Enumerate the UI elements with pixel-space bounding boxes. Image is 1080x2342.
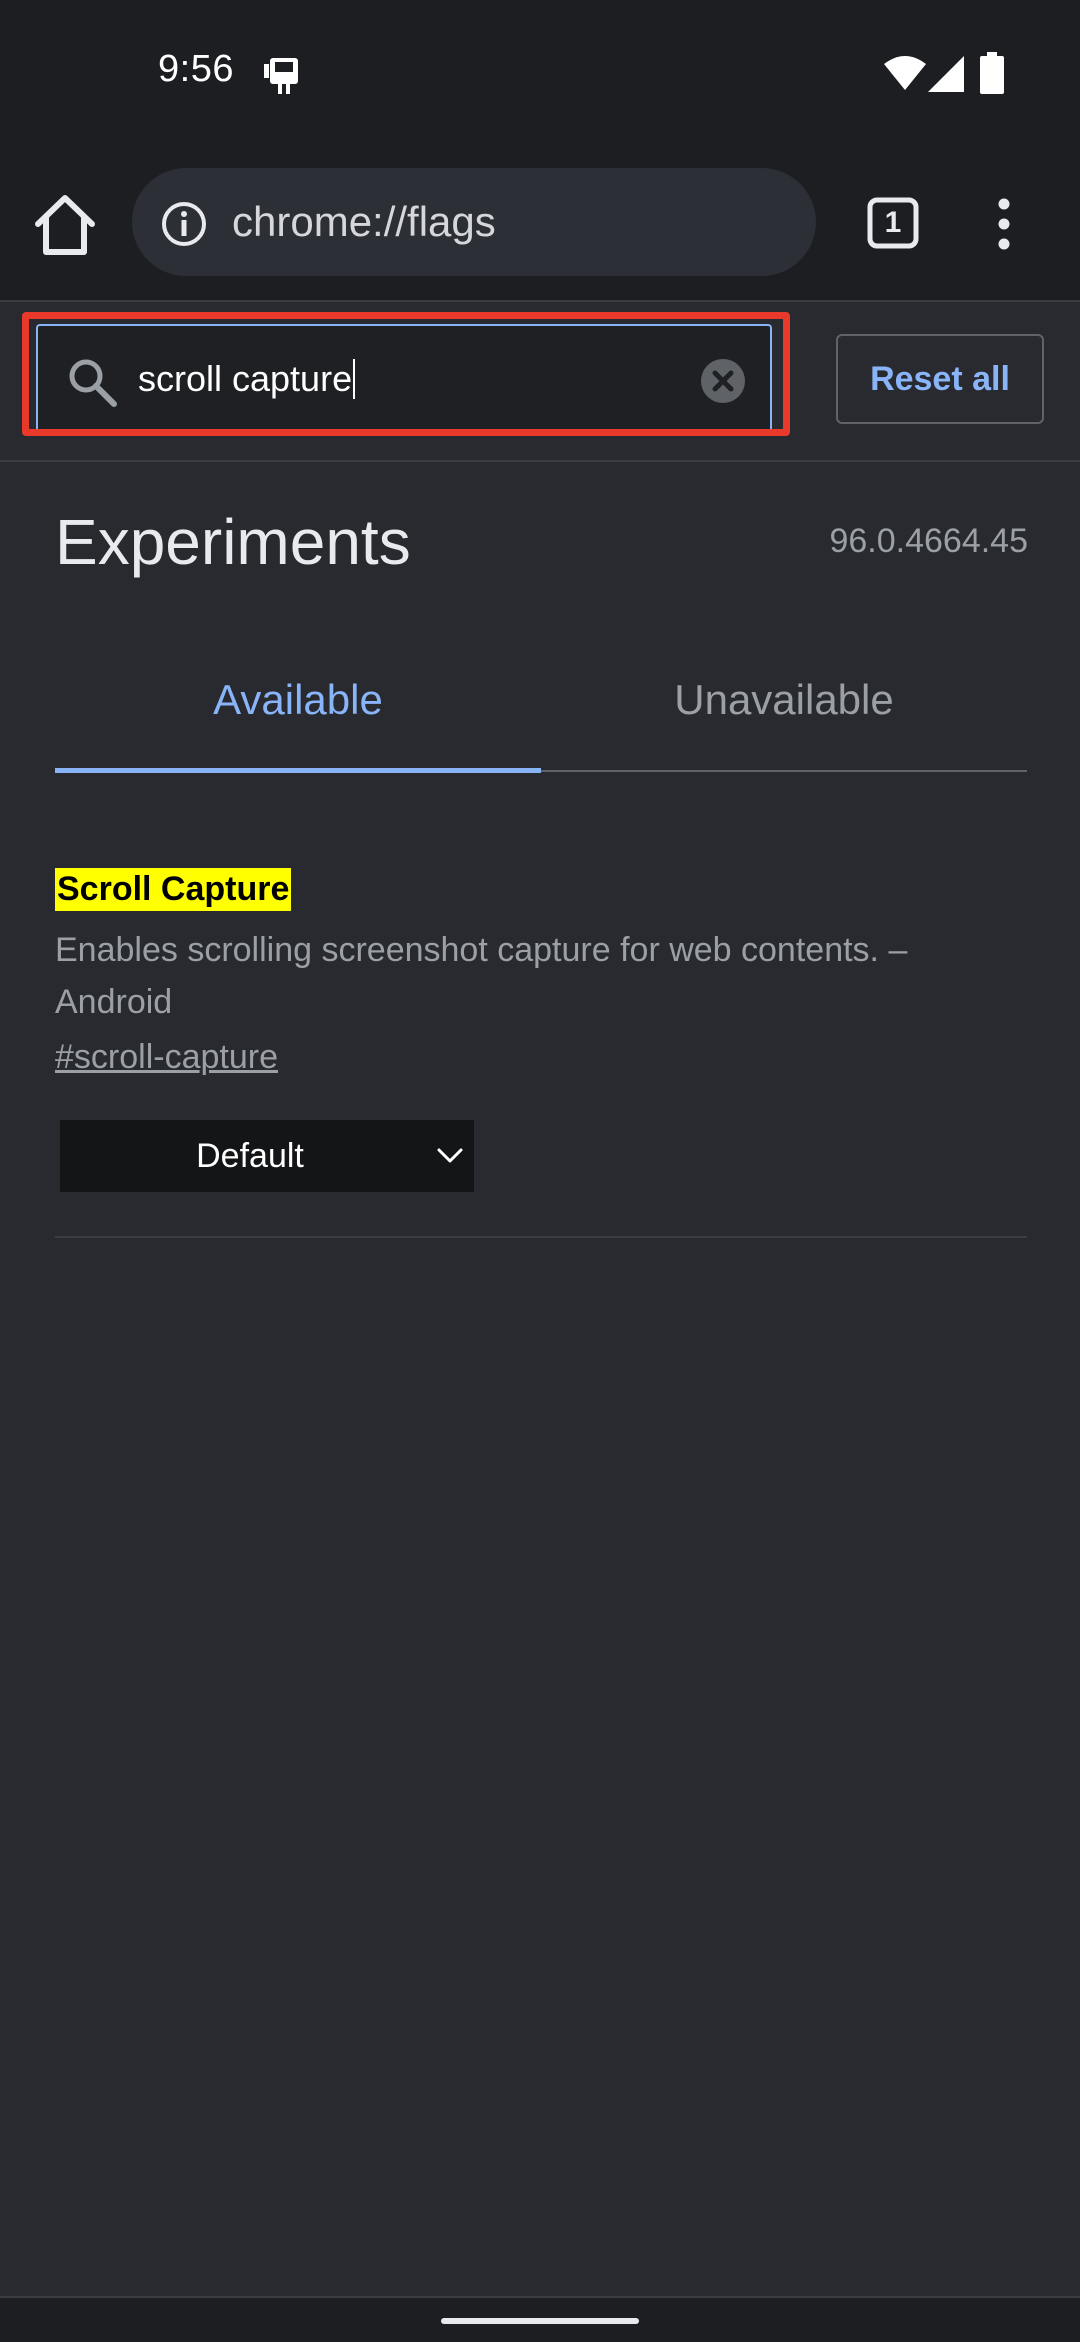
omnibox[interactable]: chrome://flags [132,168,816,276]
url-text: chrome://flags [232,198,496,245]
signal-icon [928,56,964,92]
flag-anchor-link[interactable]: #scroll-capture [55,1038,278,1077]
tab-available[interactable]: Available [55,650,541,768]
version-label: 96.0.4664.45 [829,522,1028,560]
wifi-icon [884,56,926,90]
status-time: 9:56 [158,48,234,90]
flag-state-select[interactable]: Default [60,1120,474,1192]
flag-description: Enables scrolling screenshot capture for… [55,931,908,1021]
tab-indicator [55,768,541,773]
page-title: Experiments [55,506,411,578]
system-nav-bar [0,2296,1080,2342]
flag-select-value: Default [196,1137,304,1175]
notification-icon [264,58,298,94]
battery-icon [980,52,1004,94]
home-icon[interactable] [30,192,100,258]
info-icon[interactable] [160,200,208,248]
chevron-down-icon [437,1148,463,1163]
more-vert-icon[interactable] [984,198,1024,250]
browser-toolbar: chrome://flags 1 [0,150,1080,300]
tab-count: 1 [884,206,902,239]
tab-unavailable[interactable]: Unavailable [541,650,1027,768]
annotation-highlight-box [22,312,790,436]
reset-all-button[interactable]: Reset all [836,334,1044,424]
gesture-handle[interactable] [441,2318,639,2324]
tabs: Available Unavailable [55,650,1027,773]
flag-title: Scroll Capture [55,868,292,911]
flag-divider [55,1236,1027,1238]
status-bar: 9:56 [0,0,1080,150]
flags-search-header: scroll capture Reset all [0,300,1080,462]
